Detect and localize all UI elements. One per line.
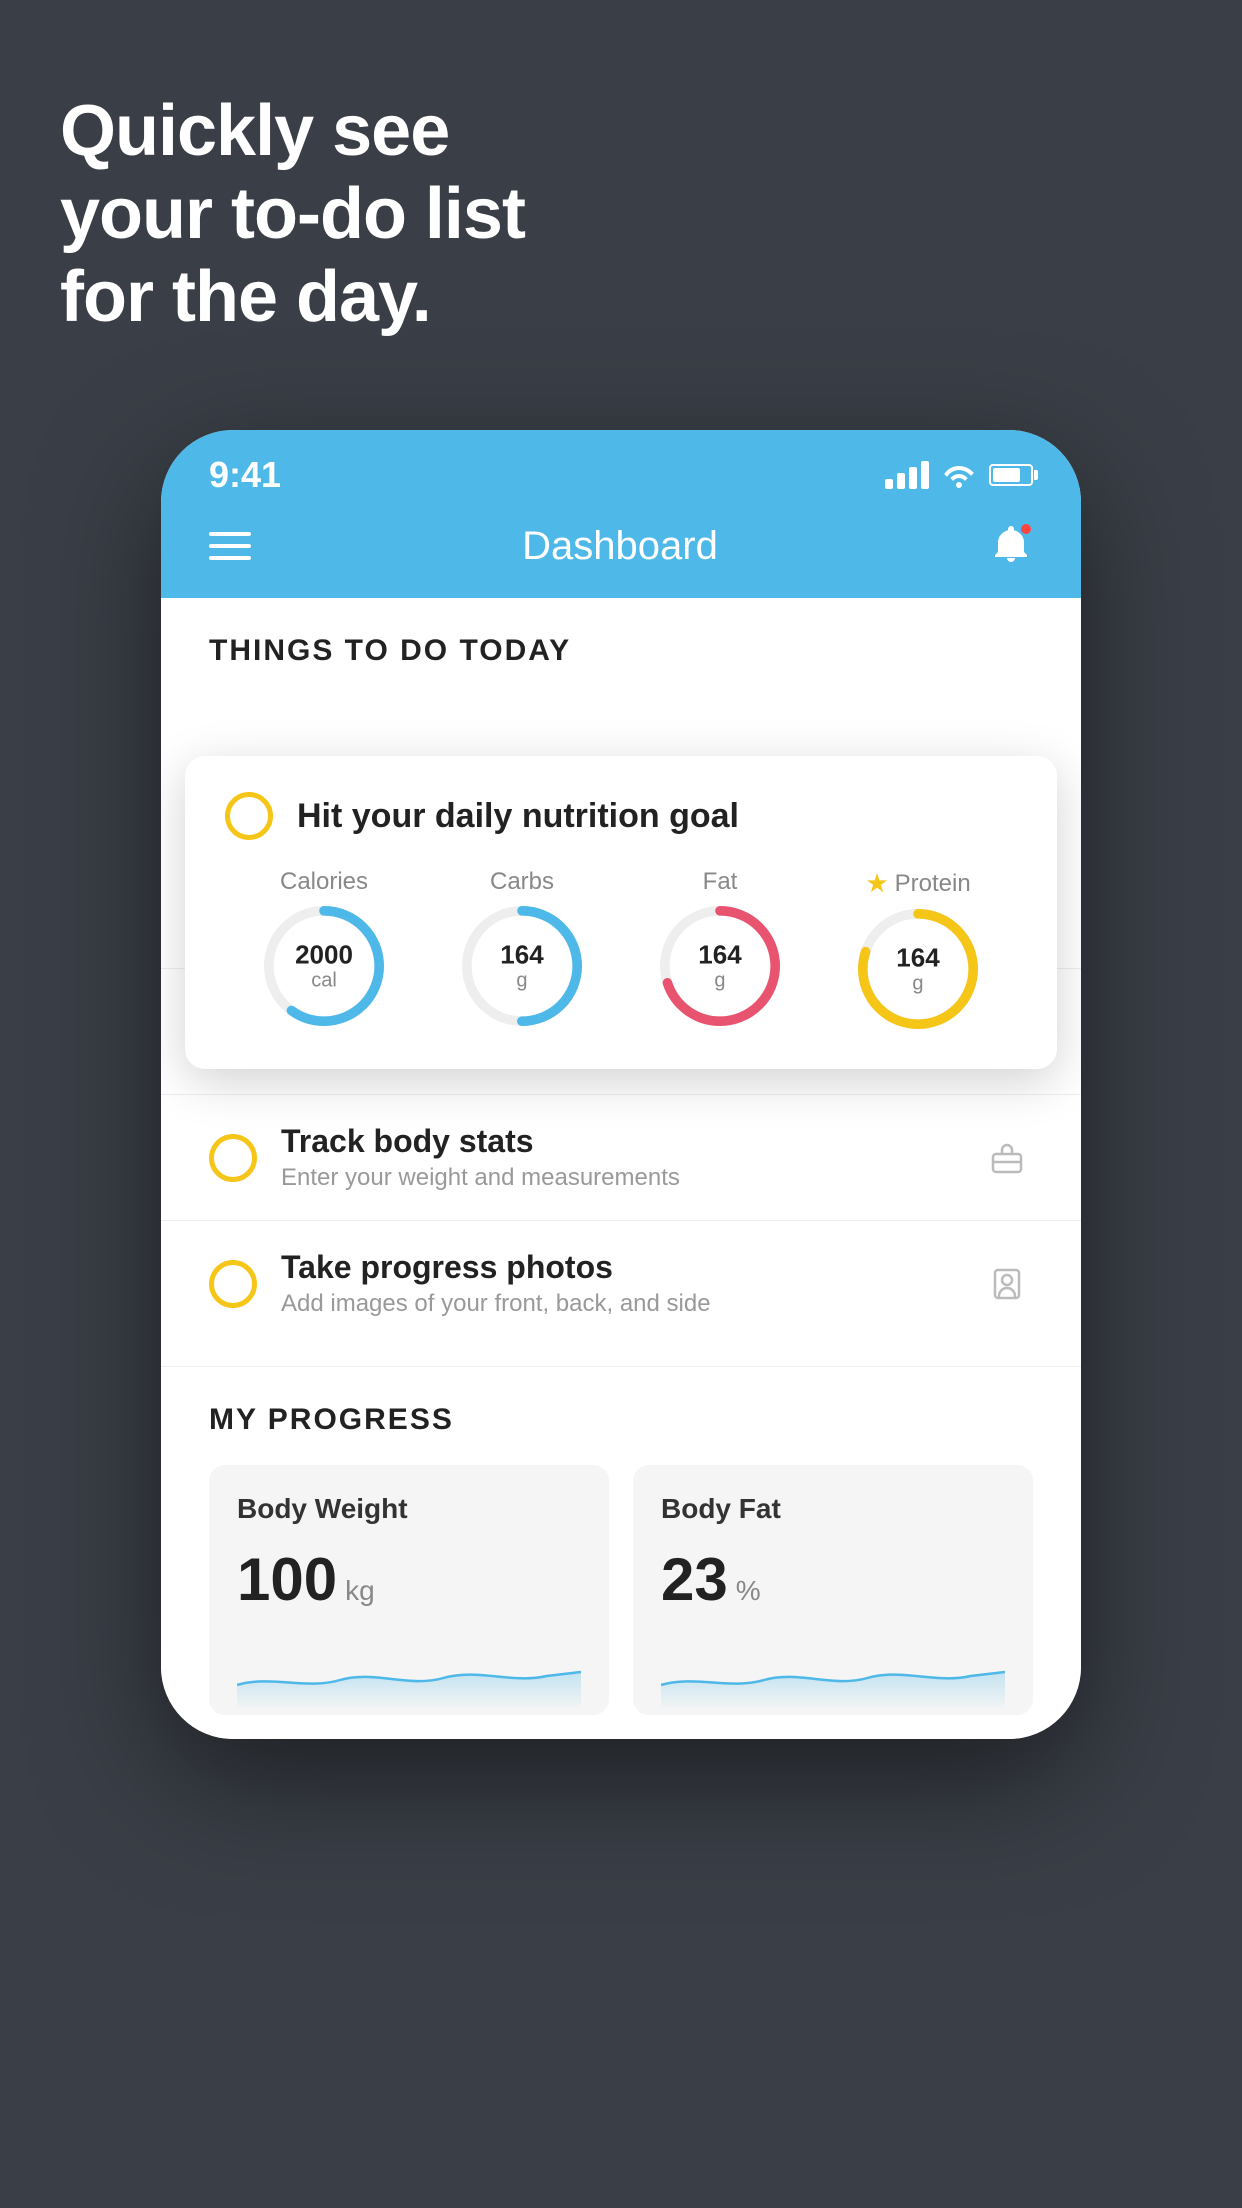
donut-center: 2000 cal xyxy=(295,941,353,992)
status-bar: 9:41 xyxy=(161,430,1081,502)
stat-label: ★ Protein xyxy=(865,868,970,899)
nutrition-stats: Calories 2000 cal Carbs xyxy=(225,868,1017,1029)
donut-value: 164 xyxy=(698,941,741,970)
todo-row-label: Track body stats xyxy=(281,1123,957,1160)
progress-card-title: Body Fat xyxy=(661,1493,1005,1525)
nutrition-card: Hit your daily nutrition goal Calories 2… xyxy=(185,756,1057,1069)
todo-row-icon xyxy=(981,1258,1033,1310)
stat-item-protein: ★ Protein 164 g xyxy=(858,868,978,1029)
signal-icon xyxy=(885,461,929,489)
donut-center: 164 g xyxy=(896,944,939,995)
donut-center: 164 g xyxy=(698,941,741,992)
phone-screen: 9:41 Dashboard xyxy=(161,430,1081,1739)
stat-label: Fat xyxy=(703,868,738,896)
nav-bar: Dashboard xyxy=(161,502,1081,598)
status-icons xyxy=(885,461,1033,489)
donut-value: 164 xyxy=(896,944,939,973)
todo-row[interactable]: Take progress photos Add images of your … xyxy=(161,1220,1081,1346)
donut-value: 2000 xyxy=(295,941,353,970)
phone-mockup: 9:41 Dashboard xyxy=(161,430,1081,1739)
hero-line2: your to-do list xyxy=(60,173,525,256)
battery-icon xyxy=(989,464,1033,486)
notification-dot xyxy=(1019,522,1033,536)
progress-value: 100 xyxy=(237,1545,337,1614)
todo-indicator xyxy=(209,1260,257,1308)
donut-value: 164 xyxy=(500,941,543,970)
todo-row-sub: Enter your weight and measurements xyxy=(281,1164,957,1192)
menu-button[interactable] xyxy=(209,532,251,560)
star-icon: ★ xyxy=(865,868,888,899)
progress-cards: Body Weight 100 kg Body Fat 23 % xyxy=(209,1465,1033,1715)
todo-row-icon xyxy=(981,1132,1033,1184)
nutrition-indicator xyxy=(225,792,273,840)
todo-row-label: Take progress photos xyxy=(281,1249,957,1286)
hero-line1: Quickly see xyxy=(60,90,525,173)
progress-unit: % xyxy=(736,1575,761,1607)
wave-chart xyxy=(661,1640,1005,1710)
todo-indicator xyxy=(209,1134,257,1182)
stat-label: Calories xyxy=(280,868,368,896)
donut-chart: 164 g xyxy=(462,906,582,1026)
progress-card-title: Body Weight xyxy=(237,1493,581,1525)
todo-text: Track body stats Enter your weight and m… xyxy=(281,1123,957,1192)
nutrition-card-header: Hit your daily nutrition goal xyxy=(225,792,1017,840)
donut-center: 164 g xyxy=(500,941,543,992)
todo-text: Take progress photos Add images of your … xyxy=(281,1249,957,1318)
status-time: 9:41 xyxy=(209,454,281,496)
donut-unit: g xyxy=(896,972,939,994)
progress-card[interactable]: Body Fat 23 % xyxy=(633,1465,1033,1715)
progress-unit: kg xyxy=(345,1575,375,1607)
phone-content: THINGS TO DO TODAY Hit your daily nutrit… xyxy=(161,598,1081,1739)
progress-value: 23 xyxy=(661,1545,728,1614)
stat-item-carbs: Carbs 164 g xyxy=(462,868,582,1026)
donut-chart: 2000 cal xyxy=(264,906,384,1026)
stat-item-calories: Calories 2000 cal xyxy=(264,868,384,1026)
nutrition-card-title: Hit your daily nutrition goal xyxy=(297,797,739,836)
wifi-icon xyxy=(943,462,975,488)
stat-item-fat: Fat 164 g xyxy=(660,868,780,1026)
progress-section: MY PROGRESS Body Weight 100 kg Body F xyxy=(161,1366,1081,1739)
todo-row[interactable]: Track body stats Enter your weight and m… xyxy=(161,1094,1081,1220)
donut-unit: cal xyxy=(295,969,353,991)
progress-value-wrap: 23 % xyxy=(661,1545,1005,1614)
progress-value-wrap: 100 kg xyxy=(237,1545,581,1614)
donut-unit: g xyxy=(500,969,543,991)
progress-card[interactable]: Body Weight 100 kg xyxy=(209,1465,609,1715)
notification-bell-button[interactable] xyxy=(989,522,1033,570)
todo-row-sub: Add images of your front, back, and side xyxy=(281,1290,957,1318)
progress-header: MY PROGRESS xyxy=(209,1403,1033,1437)
nav-title: Dashboard xyxy=(522,524,718,569)
hero-text: Quickly see your to-do list for the day. xyxy=(60,90,525,338)
hero-line3: for the day. xyxy=(60,256,525,339)
donut-chart: 164 g xyxy=(660,906,780,1026)
wave-chart xyxy=(237,1640,581,1710)
stat-label: Carbs xyxy=(490,868,554,896)
donut-chart: 164 g xyxy=(858,909,978,1029)
section-today-header: THINGS TO DO TODAY xyxy=(161,598,1081,688)
donut-unit: g xyxy=(698,969,741,991)
